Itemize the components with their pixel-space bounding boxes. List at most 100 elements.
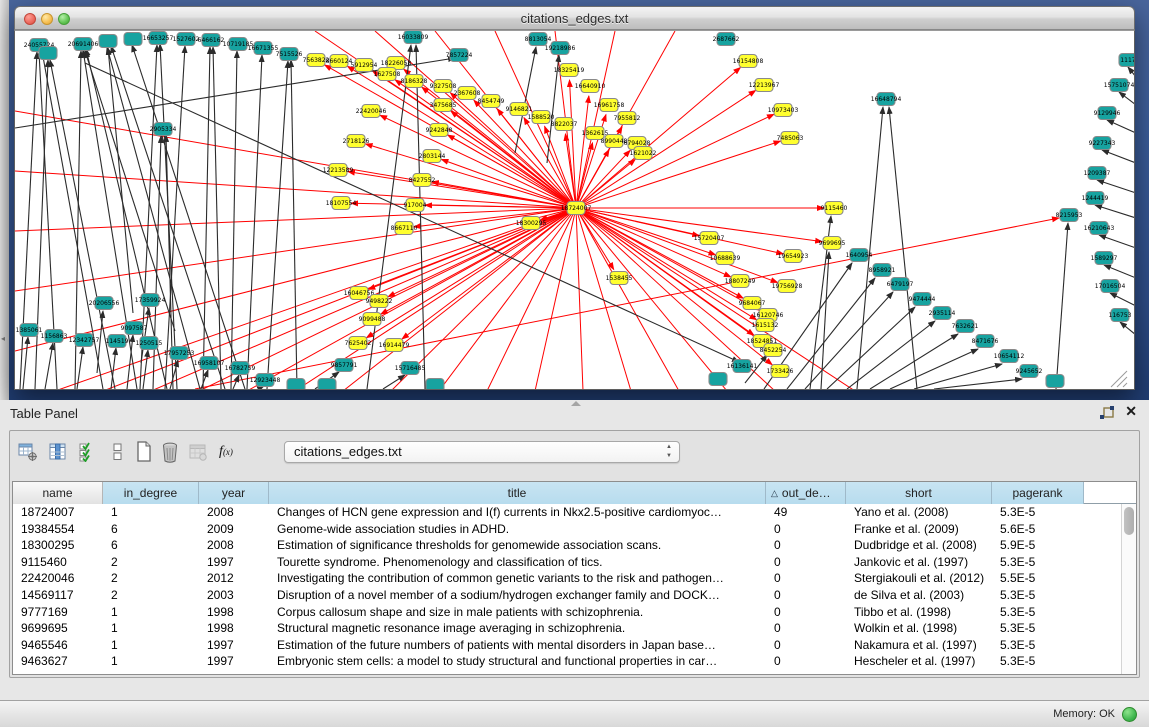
graph-edge[interactable] [45, 343, 53, 389]
graph-edge[interactable] [267, 61, 288, 389]
graph-node[interactable]: 16154808 [733, 55, 764, 68]
new-document-icon[interactable] [131, 439, 157, 465]
graph-node[interactable]: 15716485 [395, 362, 426, 375]
graph-node[interactable] [426, 379, 444, 390]
graph-node[interactable]: 1385061 [16, 324, 43, 337]
graph-node[interactable]: 6479197 [887, 278, 914, 291]
graph-node[interactable]: 8660124 [326, 55, 353, 68]
graph-edge[interactable] [108, 48, 133, 313]
graph-edge[interactable] [576, 208, 614, 269]
graph-node[interactable]: 8215953 [1056, 209, 1083, 222]
graph-node[interactable]: 16961758 [594, 99, 625, 112]
graph-node[interactable]: 9242848 [426, 124, 453, 137]
table-selector-dropdown[interactable]: citations_edges.txt ▲▼ [284, 441, 680, 463]
graph-node[interactable] [39, 47, 57, 60]
graph-edge[interactable] [233, 375, 239, 389]
graph-edge[interactable] [934, 379, 1022, 389]
scrollbar-thumb[interactable] [1124, 507, 1134, 535]
graph-edge[interactable] [1107, 120, 1134, 133]
table-row[interactable]: 2242004622012Investigating the contribut… [13, 570, 1121, 587]
graph-edge[interactable] [515, 47, 536, 153]
graph-node[interactable]: 8452254 [760, 344, 787, 357]
graph-node[interactable]: 2367608 [454, 87, 481, 100]
graph-node[interactable]: 8667110 [391, 222, 418, 235]
graph-edge[interactable] [576, 208, 716, 255]
table-row[interactable]: 946362711997Embryonic stem cells: a mode… [13, 653, 1121, 670]
memory-status-icon[interactable] [1122, 707, 1137, 722]
graph-node[interactable]: 1244419 [1082, 192, 1109, 205]
table-settings-icon[interactable] [15, 439, 41, 465]
graph-node[interactable]: 16914479 [379, 339, 410, 352]
graph-edge[interactable] [291, 60, 297, 389]
panel-collapse-icon[interactable]: ◂ [1, 334, 5, 343]
table-row[interactable]: 977716911998Corpus callosum shape and si… [13, 604, 1121, 621]
graph-node[interactable]: 2687662 [713, 33, 740, 46]
graph-node[interactable]: 9857791 [331, 359, 358, 372]
table-row[interactable]: 969969511998Structural magnetic resonanc… [13, 620, 1121, 637]
column-header-pagerank[interactable]: pagerank [992, 482, 1084, 504]
graph-edge[interactable] [1102, 150, 1134, 163]
graph-edge[interactable] [576, 208, 679, 389]
graph-node[interactable] [287, 379, 305, 390]
graph-node[interactable]: 9245652 [1016, 365, 1043, 378]
graph-edge[interactable] [15, 208, 576, 231]
graph-node[interactable]: 7485063 [777, 132, 804, 145]
graph-node[interactable]: 2905334 [150, 123, 177, 136]
graph-edge[interactable] [576, 141, 780, 208]
graph-node[interactable]: 16033809 [398, 31, 429, 44]
graph-edge[interactable] [889, 107, 917, 389]
graph-node[interactable]: 9115460 [821, 202, 848, 215]
graph-node[interactable]: 9129946 [1094, 107, 1121, 120]
graph-node[interactable]: 1527602 [173, 33, 200, 46]
graph-node[interactable]: 19756928 [772, 280, 803, 293]
function-builder-icon[interactable]: f(x) [213, 439, 239, 465]
graph-edge[interactable] [576, 114, 774, 208]
graph-edge[interactable] [1095, 205, 1134, 218]
graph-node[interactable] [709, 373, 727, 386]
graph-node[interactable]: 116753 [1109, 309, 1132, 322]
graph-node[interactable]: 8454749 [478, 95, 505, 108]
row-height-icon[interactable] [105, 439, 131, 465]
table-row[interactable]: 946554611997Estimation of the future num… [13, 637, 1121, 654]
graph-node[interactable] [99, 35, 117, 48]
graph-node[interactable]: 1156863 [41, 330, 68, 343]
graph-node[interactable]: 19654923 [778, 250, 809, 263]
graph-node[interactable]: 1733426 [767, 365, 794, 378]
graph-node[interactable]: 1250515 [136, 337, 163, 350]
select-rows-icon[interactable] [75, 439, 101, 465]
column-header-title[interactable]: title [269, 482, 766, 504]
graph-node[interactable]: 8813054 [525, 33, 552, 46]
graph-node[interactable] [124, 33, 142, 46]
graph-edge[interactable] [821, 252, 829, 389]
graph-node[interactable]: 8822037 [551, 118, 578, 131]
graph-node[interactable]: 6466162 [198, 34, 225, 47]
resize-grip-icon[interactable] [1111, 371, 1127, 387]
graph-edge[interactable] [1119, 92, 1134, 105]
graph-edge[interactable] [85, 51, 175, 331]
table-row[interactable]: 1830029562008Estimation of significance … [13, 537, 1121, 554]
graph-edge[interactable] [20, 52, 37, 389]
graph-node[interactable]: 20691406 [68, 38, 99, 51]
float-panel-icon[interactable] [1099, 406, 1115, 421]
graph-node[interactable]: 9227343 [1089, 137, 1116, 150]
graph-edge[interactable] [231, 51, 237, 389]
graph-node[interactable]: 16653257 [143, 32, 174, 45]
graph-edge[interactable] [576, 96, 589, 208]
graph-edge[interactable] [1128, 67, 1134, 77]
close-panel-icon[interactable]: ✕ [1125, 403, 1137, 420]
graph-node[interactable]: 1117 [1119, 54, 1134, 67]
graph-node[interactable]: 19218986 [545, 42, 576, 55]
graph-node[interactable]: 17016504 [1095, 280, 1126, 293]
delete-icon[interactable] [157, 439, 183, 465]
graph-node[interactable]: 15720407 [694, 232, 725, 245]
graph-edge[interactable] [247, 55, 262, 389]
graph-edge[interactable] [1056, 223, 1068, 389]
graph-node[interactable]: 16782759 [225, 362, 256, 375]
graph-node[interactable]: 12213967 [749, 79, 780, 92]
graph-edge[interactable] [15, 171, 576, 208]
graph-node[interactable]: 9684067 [739, 297, 766, 310]
graph-edge[interactable] [1097, 180, 1134, 193]
graph-node[interactable]: 2718126 [343, 135, 370, 148]
graph-edge[interactable] [402, 208, 576, 339]
network-window-titlebar[interactable]: citations_edges.txt [14, 6, 1135, 30]
